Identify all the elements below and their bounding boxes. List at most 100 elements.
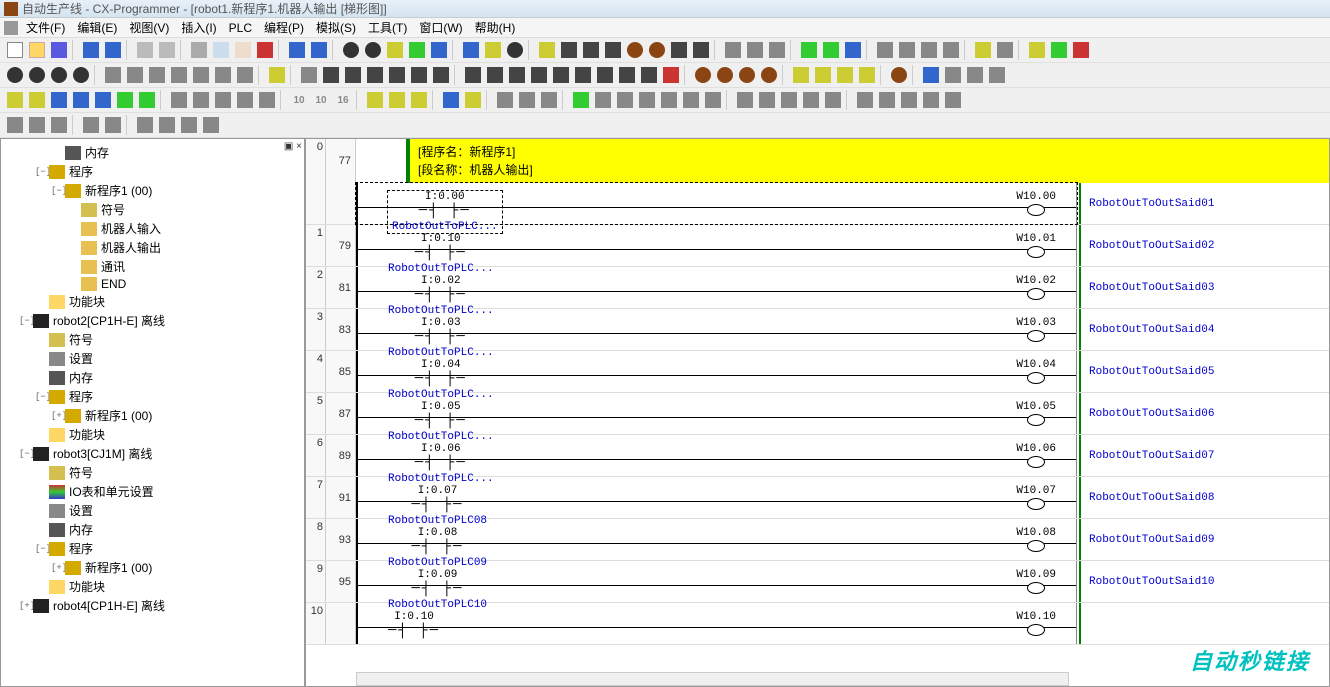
tree-toggle-icon[interactable]: [−] — [19, 316, 31, 326]
warning-icon[interactable] — [537, 40, 557, 60]
tb-btn[interactable] — [745, 40, 765, 60]
tb-btn[interactable] — [943, 65, 963, 85]
tree-node[interactable]: 符号 — [3, 200, 302, 219]
tb-btn[interactable] — [213, 65, 233, 85]
tb-btn[interactable] — [81, 115, 101, 135]
tb-btn[interactable] — [559, 40, 579, 60]
tb-btn[interactable] — [801, 90, 821, 110]
tb-btn[interactable] — [737, 65, 757, 85]
tree-toggle-icon[interactable]: [−] — [35, 392, 47, 402]
tb-btn[interactable] — [723, 40, 743, 60]
ladder-coil[interactable]: W10.07 — [1016, 485, 1056, 511]
copy-button[interactable] — [211, 40, 231, 60]
tb-btn[interactable] — [767, 40, 787, 60]
tb-btn[interactable] — [581, 40, 601, 60]
tb-btn[interactable] — [735, 90, 755, 110]
contact-nc-button[interactable] — [343, 65, 363, 85]
tb-btn[interactable] — [539, 90, 559, 110]
tb-btn[interactable] — [691, 40, 711, 60]
tb-btn[interactable] — [943, 90, 963, 110]
menu-item[interactable]: 模拟(S) — [310, 21, 362, 35]
open-button[interactable] — [27, 40, 47, 60]
step-button[interactable] — [637, 90, 657, 110]
tree-node[interactable]: 通讯 — [3, 257, 302, 276]
zoom-reset-button[interactable] — [71, 65, 91, 85]
rung-body[interactable]: I:0.09─┤ ├─RobotOutToPLC10W10.09 — [356, 561, 1077, 602]
context-help-button[interactable] — [505, 40, 525, 60]
tb-btn[interactable] — [137, 90, 157, 110]
tb-btn[interactable] — [385, 40, 405, 60]
tb-btn[interactable] — [135, 115, 155, 135]
tb-btn[interactable] — [49, 115, 69, 135]
tree-node[interactable]: 内存 — [3, 368, 302, 387]
ladder-coil[interactable]: W10.03 — [1016, 317, 1056, 343]
rung-body[interactable]: I:0.05─┤ ├─RobotOutToPLC...W10.05 — [356, 393, 1077, 434]
tb-btn[interactable] — [779, 90, 799, 110]
tb-btn[interactable] — [659, 90, 679, 110]
print-button[interactable] — [135, 40, 155, 60]
tb-btn[interactable] — [875, 40, 895, 60]
menu-item[interactable]: 编程(P) — [258, 21, 310, 35]
tree-node[interactable]: 设置 — [3, 501, 302, 520]
tree-node[interactable]: 内存 — [3, 520, 302, 539]
tb-btn[interactable] — [5, 90, 25, 110]
tree-node[interactable]: [−]程序 — [3, 539, 302, 558]
tb-btn[interactable] — [103, 40, 123, 60]
tb-btn[interactable] — [49, 90, 69, 110]
print-preview-button[interactable] — [157, 40, 177, 60]
tb-btn[interactable] — [661, 65, 681, 85]
ladder-coil[interactable]: W10.10 — [1016, 611, 1056, 637]
tb-btn[interactable] — [791, 65, 811, 85]
tb-btn[interactable] — [103, 65, 123, 85]
tb-btn[interactable] — [463, 90, 483, 110]
tb-btn[interactable] — [409, 90, 429, 110]
tb-btn[interactable] — [757, 90, 777, 110]
tree-toggle-icon[interactable]: [−] — [35, 544, 47, 554]
tb-btn[interactable] — [625, 40, 645, 60]
ladder-rung[interactable]: 179I:0.10─┤ ├─RobotOutToPLC...W10.01Robo… — [306, 225, 1329, 267]
tree-node[interactable]: 机器人输出 — [3, 238, 302, 257]
contact-no-button[interactable] — [321, 65, 341, 85]
tb-btn[interactable] — [715, 65, 735, 85]
info-button[interactable] — [461, 40, 481, 60]
tb-btn[interactable] — [147, 65, 167, 85]
tb-btn[interactable] — [987, 65, 1007, 85]
tb-btn[interactable] — [1071, 40, 1091, 60]
radix-10-button[interactable]: 10 — [289, 90, 309, 110]
tb-btn[interactable] — [169, 65, 189, 85]
tb-btn[interactable] — [595, 65, 615, 85]
tb-btn[interactable] — [551, 65, 571, 85]
tb-btn[interactable] — [191, 65, 211, 85]
ladder-contact[interactable]: I:0.10─┤ ├─ — [388, 611, 440, 641]
tree-node[interactable]: 功能块 — [3, 425, 302, 444]
tree-toggle-icon[interactable]: [+] — [51, 411, 63, 421]
tb-btn[interactable] — [941, 40, 961, 60]
rung-body[interactable]: I:0.10─┤ ├─RobotOutToPLC...W10.01 — [356, 225, 1077, 266]
select-mode-button[interactable] — [299, 65, 319, 85]
tb-btn[interactable] — [813, 65, 833, 85]
tb-btn[interactable] — [647, 40, 667, 60]
tb-btn[interactable] — [965, 65, 985, 85]
tb-btn[interactable] — [919, 40, 939, 60]
contact-or-button[interactable] — [365, 65, 385, 85]
tb-btn[interactable] — [799, 40, 819, 60]
tree-node[interactable]: 内存 — [3, 143, 302, 162]
tb-btn[interactable] — [409, 65, 429, 85]
ladder-rung[interactable]: 893I:0.08─┤ ├─RobotOutToPLC09W10.08Robot… — [306, 519, 1329, 561]
tree-node[interactable]: IO表和单元设置 — [3, 482, 302, 501]
tb-btn[interactable] — [1049, 40, 1069, 60]
rung-body[interactable]: I:0.06─┤ ├─RobotOutToPLC...W10.06 — [356, 435, 1077, 476]
rung-body[interactable]: I:0.10─┤ ├─ W10.10 — [356, 603, 1077, 644]
tree-node[interactable]: 符号 — [3, 330, 302, 349]
tb-btn[interactable] — [1027, 40, 1047, 60]
tb-btn[interactable] — [27, 90, 47, 110]
pause-button[interactable] — [615, 90, 635, 110]
tb-btn[interactable] — [365, 90, 385, 110]
menu-item[interactable]: 视图(V) — [123, 21, 175, 35]
tb-btn[interactable] — [157, 115, 177, 135]
zoom-in-button[interactable] — [5, 65, 25, 85]
tb-btn[interactable] — [889, 65, 909, 85]
tb-btn[interactable] — [257, 90, 277, 110]
ladder-coil[interactable]: W10.00 — [1016, 191, 1056, 217]
tree-node[interactable]: 功能块 — [3, 292, 302, 311]
